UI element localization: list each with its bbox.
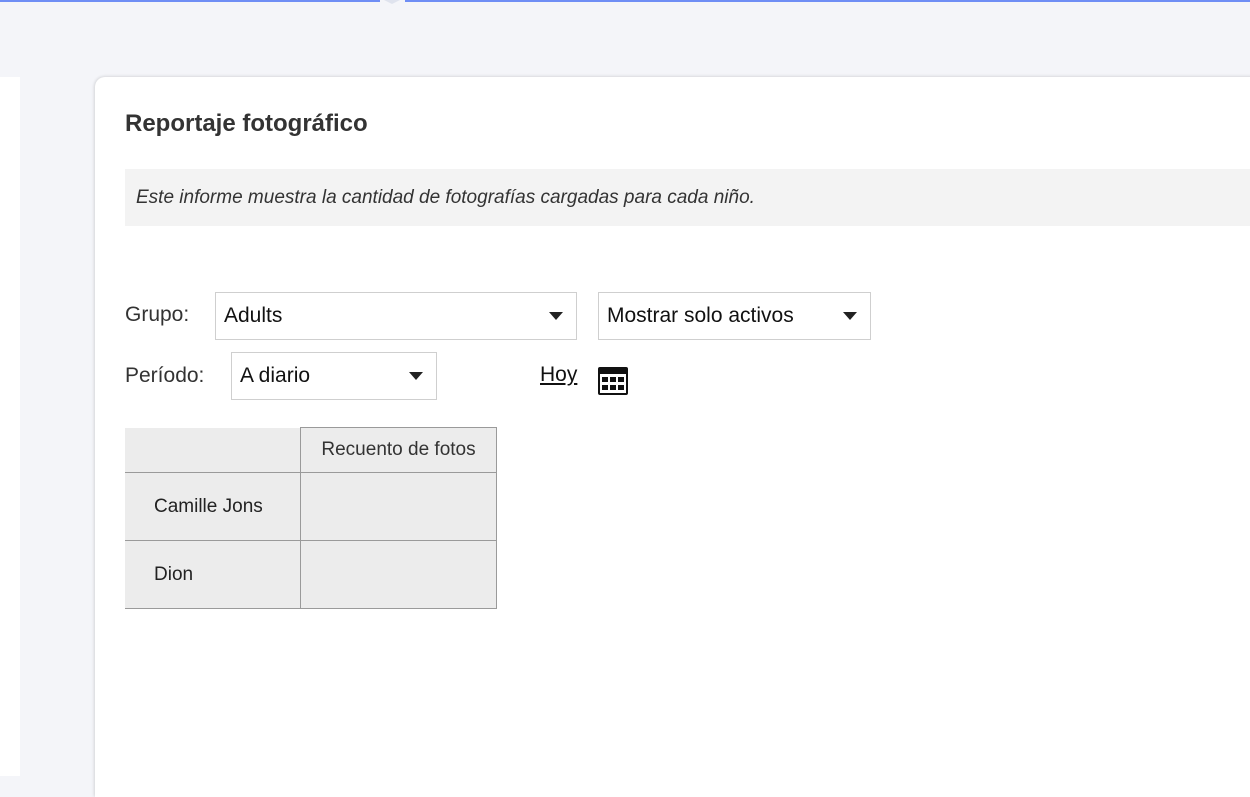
table-row: Camille Jons [125,472,497,541]
top-accent-bar [0,0,1250,4]
table-cell-count [300,540,497,609]
side-panel [0,77,20,776]
table-header-name [125,427,301,473]
table-cell-name: Dion [125,540,301,609]
group-select[interactable]: Adults [215,292,577,340]
period-label: Período: [125,364,205,387]
table-cell-name: Camille Jons [125,472,301,541]
calendar-icon[interactable] [598,367,628,395]
status-filter-value: Mostrar solo activos [607,304,794,327]
period-select[interactable]: A diario [231,352,437,400]
group-label: Grupo: [125,303,190,326]
chevron-down-icon [843,312,857,320]
report-description: Este informe muestra la cantidad de foto… [125,169,1250,226]
report-card: Reportaje fotográfico Este informe muest… [95,77,1250,797]
table-header-count: Recuento de fotos [300,427,497,473]
chevron-down-icon [549,312,563,320]
table-cell-count [300,472,497,541]
accent-line-right [405,0,1250,2]
accent-line-left [0,0,380,2]
chevron-down-icon [409,372,423,380]
photo-count-table: Recuento de fotos Camille Jons Dion [125,427,497,609]
group-select-value: Adults [224,304,283,327]
tab-notch [384,0,400,4]
table-header-row: Recuento de fotos [125,427,497,473]
status-filter-select[interactable]: Mostrar solo activos [598,292,871,340]
period-select-value: A diario [240,364,311,387]
table-row: Dion [125,540,497,609]
page-title: Reportaje fotográfico [125,110,368,137]
today-link[interactable]: Hoy [540,363,577,387]
